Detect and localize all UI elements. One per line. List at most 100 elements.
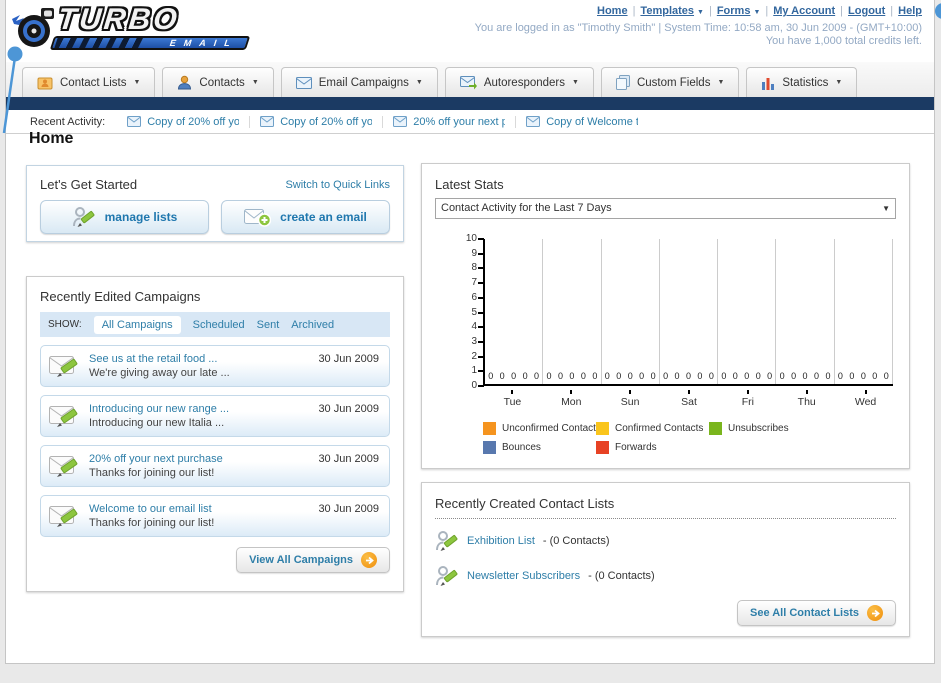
campaign-title[interactable]: Welcome to our email list xyxy=(89,503,214,515)
data-value-label: 0 xyxy=(511,371,517,381)
data-value-label: 0 xyxy=(580,371,586,381)
page-title: Home xyxy=(29,130,74,147)
switch-quick-links-link[interactable]: Switch to Quick Links xyxy=(285,179,390,191)
campaign-title[interactable]: Introducing our new range ... xyxy=(89,403,229,415)
tab-email-campaigns[interactable]: Email Campaigns ▼ xyxy=(280,67,438,97)
header-link-templates[interactable]: Templates xyxy=(640,5,694,17)
data-value-label: 0 xyxy=(708,371,714,381)
header-link-my-account[interactable]: My Account xyxy=(773,5,835,17)
data-value-label: 0 xyxy=(663,371,669,381)
envelope-icon xyxy=(393,116,408,127)
campaign-title[interactable]: See us at the retail food ... xyxy=(89,353,230,365)
recent-activity-item[interactable]: Copy of Welcome to xyxy=(526,116,648,128)
contact-list-link[interactable]: Exhibition List xyxy=(467,535,535,547)
envelope-pencil-icon xyxy=(49,406,78,427)
x-axis-label: Thu xyxy=(777,390,836,408)
tab-contact-lists[interactable]: Contact Lists ▼ xyxy=(22,67,156,97)
create-email-button[interactable]: create an email xyxy=(221,200,390,234)
filter-archived[interactable]: Archived xyxy=(291,319,334,331)
data-value-label: 0 xyxy=(883,371,889,381)
header-link-forms[interactable]: Forms xyxy=(717,5,751,17)
campaign-date: 30 Jun 2009 xyxy=(318,353,379,365)
campaign-title[interactable]: 20% off your next purchase xyxy=(89,453,223,465)
campaign-row[interactable]: Welcome to our email list Thanks for joi… xyxy=(40,495,390,537)
data-value-label: 0 xyxy=(791,371,797,381)
tab-contacts[interactable]: Contacts ▼ xyxy=(162,67,274,97)
legend-item: Bounces xyxy=(483,441,596,454)
chevron-down-icon: ▼ xyxy=(251,79,259,86)
y-axis-tick xyxy=(478,355,484,358)
tab-statistics[interactable]: Statistics ▼ xyxy=(746,67,858,97)
x-axis-label: Fri xyxy=(718,390,777,408)
data-value-label: 0 xyxy=(616,371,622,381)
contact-list-count: - (0 Contacts) xyxy=(542,535,610,547)
y-axis-label: 0 xyxy=(471,380,477,391)
data-value-label: 0 xyxy=(837,371,843,381)
tab-autoresponders[interactable]: Autoresponders ▼ xyxy=(444,67,594,97)
manage-lists-button[interactable]: manage lists xyxy=(40,200,209,234)
see-all-contact-lists-button[interactable]: See All Contact Lists xyxy=(736,600,896,626)
legend-swatch xyxy=(483,422,496,435)
y-axis-tick xyxy=(478,370,484,373)
filter-scheduled[interactable]: Scheduled xyxy=(193,319,245,331)
chart-group: 00000 xyxy=(543,239,602,384)
get-started-panel: Let's Get Started Switch to Quick Links … xyxy=(26,165,404,242)
campaign-row[interactable]: 20% off your next purchase Thanks for jo… xyxy=(40,445,390,487)
filter-all-campaigns[interactable]: All Campaigns xyxy=(93,315,181,334)
latest-stats-panel: Latest Stats Contact Activity for the La… xyxy=(421,163,910,469)
y-axis-label: 2 xyxy=(471,350,477,362)
chart-legend: Unconfirmed Contacts Confirmed Contacts Un… xyxy=(483,422,896,454)
chart-group: 00000 xyxy=(485,239,544,384)
data-value-label: 0 xyxy=(639,371,645,381)
envelope-plus-icon xyxy=(244,209,272,227)
legend-item: Forwards xyxy=(596,441,709,454)
recent-activity-item[interactable]: Copy of 20% off yo xyxy=(260,115,384,128)
campaign-subtitle: Thanks for joining our list! xyxy=(89,517,215,529)
header-link-help[interactable]: Help xyxy=(898,5,922,17)
campaign-row[interactable]: See us at the retail food ... We're givi… xyxy=(40,345,390,387)
contact-list-count: - (0 Contacts) xyxy=(588,570,655,582)
header-link-home[interactable]: Home xyxy=(597,5,628,17)
header-link-logout[interactable]: Logout xyxy=(848,5,885,17)
chevron-down-icon: ▼ xyxy=(133,79,141,86)
x-axis-label: Sat xyxy=(660,390,719,408)
campaign-row[interactable]: Introducing our new range ... Introducin… xyxy=(40,395,390,437)
recent-campaigns-panel: Recently Edited Campaigns SHOW: All Camp… xyxy=(26,276,404,592)
data-value-label: 0 xyxy=(592,371,598,381)
data-value-label: 0 xyxy=(697,371,703,381)
envelope-arrow-icon xyxy=(459,75,477,89)
y-axis-label: 10 xyxy=(465,233,477,244)
legend-swatch xyxy=(483,441,496,454)
chart-y-axis: 10 9 8 7 6 5 4 3 2 1 0 xyxy=(455,233,479,391)
show-label: SHOW: xyxy=(48,319,82,330)
contact-activity-chart: 10 9 8 7 6 5 4 3 2 1 0 000000000000000000000000000… xyxy=(435,233,896,408)
filter-sent[interactable]: Sent xyxy=(257,319,280,331)
data-value-label: 0 xyxy=(488,371,494,381)
legend-swatch xyxy=(596,422,609,435)
legend-label: Confirmed Contacts xyxy=(615,423,704,434)
data-value-label: 0 xyxy=(849,371,855,381)
chart-group: 00000 xyxy=(602,239,660,384)
contact-list-link[interactable]: Newsletter Subscribers xyxy=(467,570,580,582)
chart-group: 00000 xyxy=(718,239,777,384)
legend-label: Unsubscribes xyxy=(728,423,789,434)
recent-activity-item[interactable]: 20% off your next p xyxy=(393,115,517,128)
chart-group: 00000 xyxy=(776,239,835,384)
decorative-dot xyxy=(935,3,941,19)
stats-period-dropdown[interactable]: Contact Activity for the Last 7 Days ▼ xyxy=(435,198,896,219)
data-value-label: 0 xyxy=(860,371,866,381)
decorative-pin xyxy=(2,46,23,134)
legend-swatch xyxy=(596,441,609,454)
data-value-label: 0 xyxy=(779,371,785,381)
recent-activity-item[interactable]: Copy of 20% off yo xyxy=(127,115,251,128)
data-value-label: 0 xyxy=(569,371,575,381)
view-all-campaigns-button[interactable]: View All Campaigns xyxy=(236,547,390,573)
data-value-label: 0 xyxy=(627,371,633,381)
chart-plot: 00000000000000000000000000000000000 xyxy=(478,238,893,387)
chevron-down-icon: ▼ xyxy=(717,79,725,86)
tab-custom-fields[interactable]: Custom Fields ▼ xyxy=(600,67,740,97)
header-links: Home | Templates ▼ | Forms ▼ | My Account | Logout… xyxy=(597,5,922,17)
chevron-down-icon: ▼ xyxy=(572,79,579,86)
envelope-icon xyxy=(295,76,312,89)
latest-stats-title: Latest Stats xyxy=(435,177,504,192)
